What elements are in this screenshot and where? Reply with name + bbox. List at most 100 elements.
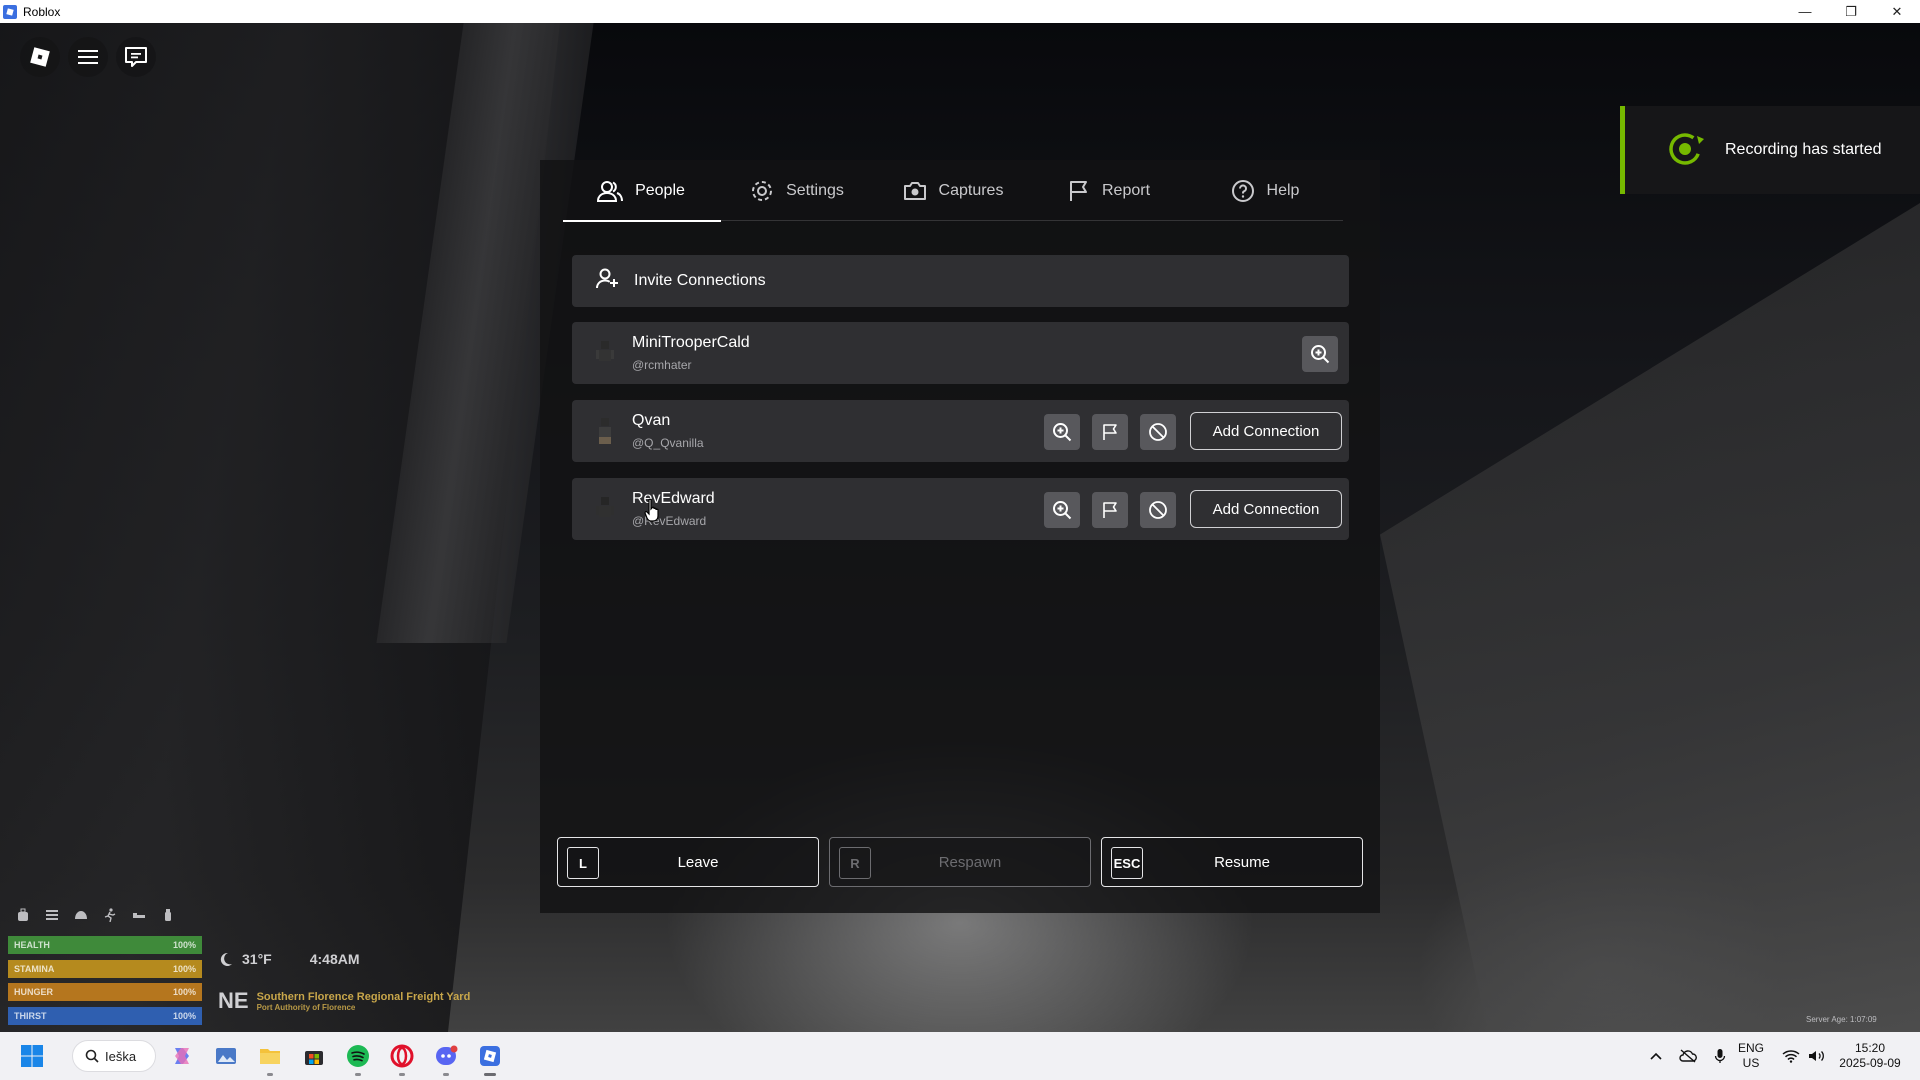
leave-button[interactable]: L Leave bbox=[557, 837, 819, 887]
block-player-button[interactable] bbox=[1140, 414, 1176, 450]
block-icon bbox=[1149, 501, 1167, 519]
maximize-button[interactable]: ❐ bbox=[1828, 0, 1874, 23]
player-name: Qvan bbox=[632, 412, 671, 429]
inspect-button[interactable] bbox=[1044, 492, 1080, 528]
window-controls: — ❐ ✕ bbox=[1782, 0, 1920, 23]
microphone-icon[interactable] bbox=[1704, 1048, 1736, 1064]
moon-icon bbox=[220, 952, 232, 966]
tab-people-label: People bbox=[635, 181, 685, 199]
stat-value: 100% bbox=[172, 1010, 196, 1021]
discord-icon[interactable] bbox=[430, 1040, 462, 1076]
tab-people[interactable]: People bbox=[563, 160, 721, 222]
add-connection-button[interactable]: Add Connection bbox=[1190, 490, 1342, 528]
player-stats: HEALTH 100% STAMINA 100% HUNGER 100% THI… bbox=[8, 936, 202, 1030]
scene-wall-right bbox=[1380, 203, 1920, 1032]
tab-help[interactable]: Help bbox=[1187, 160, 1343, 221]
recording-notification: Recording has started bbox=[1620, 106, 1920, 194]
close-button[interactable]: ✕ bbox=[1874, 0, 1920, 23]
tab-report-label: Report bbox=[1101, 181, 1151, 199]
tab-settings[interactable]: Settings bbox=[719, 160, 875, 221]
bottle-icon[interactable] bbox=[159, 906, 176, 923]
helmet-icon[interactable] bbox=[72, 906, 89, 923]
language-region: US bbox=[1742, 1056, 1760, 1070]
respawn-key-hint: R bbox=[839, 847, 871, 879]
chat-button[interactable] bbox=[116, 37, 156, 77]
player-handle: @Q_Qvanilla bbox=[632, 436, 704, 450]
zoom-in-icon bbox=[1053, 423, 1072, 442]
zoom-in-icon bbox=[1053, 501, 1072, 520]
hamburger-menu-button[interactable] bbox=[68, 37, 108, 77]
onedrive-offline-icon[interactable] bbox=[1672, 1049, 1704, 1063]
spotify-icon[interactable] bbox=[342, 1040, 374, 1076]
recording-icon bbox=[1667, 128, 1707, 173]
invite-connections-button[interactable]: Invite Connections bbox=[572, 255, 1349, 307]
resume-button[interactable]: ESC Resume bbox=[1101, 837, 1363, 887]
running-person-icon[interactable] bbox=[101, 906, 118, 923]
gear-icon bbox=[752, 180, 773, 201]
tab-captures-label: Captures bbox=[938, 181, 1004, 199]
hand-cursor-icon bbox=[644, 498, 662, 527]
window-title: Roblox bbox=[23, 4, 61, 19]
respawn-button[interactable]: R Respawn bbox=[829, 837, 1091, 887]
backpack-icon[interactable] bbox=[14, 906, 31, 923]
tab-help-label: Help bbox=[1266, 181, 1300, 199]
game-time: 4:48AM bbox=[309, 951, 360, 967]
tab-captures[interactable]: Captures bbox=[875, 160, 1031, 221]
flag-icon bbox=[1103, 502, 1117, 518]
system-tray bbox=[1640, 1032, 1736, 1080]
block-icon bbox=[1149, 423, 1167, 441]
microsoft-store-icon[interactable] bbox=[298, 1040, 330, 1072]
zoom-in-icon bbox=[1311, 345, 1330, 364]
chat-icon bbox=[125, 47, 147, 67]
search-label: Ieška bbox=[105, 1048, 137, 1064]
language-indicator[interactable]: ENG US bbox=[1736, 1041, 1766, 1071]
clock-date: 2025-09-09 bbox=[1839, 1056, 1901, 1070]
player-row: MiniTrooperCald @rcmhater bbox=[572, 322, 1349, 384]
flag-icon bbox=[1103, 424, 1117, 440]
stat-thirst: THIRST 100% bbox=[8, 1006, 202, 1025]
avatar bbox=[590, 416, 620, 446]
tab-report[interactable]: Report bbox=[1031, 160, 1187, 221]
stat-label: STAMINA bbox=[14, 963, 55, 974]
player-row: Qvan @Q_Qvanilla Add Connection bbox=[572, 400, 1349, 462]
copilot-icon[interactable] bbox=[166, 1040, 198, 1072]
roblox-menu-button[interactable] bbox=[20, 37, 60, 77]
people-icon bbox=[597, 180, 624, 202]
chevron-up-icon[interactable] bbox=[1640, 1052, 1672, 1060]
add-person-icon bbox=[596, 268, 620, 295]
player-handle: @rcmhater bbox=[632, 358, 692, 372]
stat-label: HEALTH bbox=[14, 940, 50, 950]
taskbar-search[interactable]: Ieška bbox=[72, 1040, 156, 1072]
opera-icon[interactable] bbox=[386, 1040, 418, 1076]
roblox-topbar bbox=[20, 37, 156, 77]
menu-tabs: People Settings Captures Report Help bbox=[563, 160, 1343, 222]
bed-icon[interactable] bbox=[130, 906, 147, 923]
compass-direction: NE bbox=[218, 988, 249, 1013]
quick-settings[interactable] bbox=[1778, 1032, 1830, 1080]
block-player-button[interactable] bbox=[1140, 492, 1176, 528]
stat-hunger: HUNGER 100% bbox=[8, 983, 202, 1001]
windows-start-icon[interactable] bbox=[16, 1040, 48, 1072]
invite-connections-label: Invite Connections bbox=[634, 272, 766, 289]
stat-health: HEALTH 100% bbox=[8, 936, 202, 954]
roblox-app-icon bbox=[3, 4, 17, 19]
add-connection-button[interactable]: Add Connection bbox=[1190, 412, 1342, 450]
resume-key-hint: ESC bbox=[1111, 847, 1143, 879]
report-player-button[interactable] bbox=[1092, 492, 1128, 528]
inspect-button[interactable] bbox=[1044, 414, 1080, 450]
flag-icon bbox=[1069, 180, 1087, 201]
help-icon bbox=[1231, 179, 1254, 202]
hamburger-icon bbox=[78, 50, 98, 64]
list-icon[interactable] bbox=[43, 906, 60, 923]
file-explorer-icon[interactable] bbox=[254, 1040, 286, 1076]
inspect-button[interactable] bbox=[1302, 336, 1338, 372]
location-readout: NE Southern Florence Regional Freight Ya… bbox=[218, 988, 470, 1014]
photos-icon[interactable] bbox=[210, 1040, 242, 1072]
location-subtitle: Port Authority of Florence bbox=[256, 1002, 356, 1012]
report-player-button[interactable] bbox=[1092, 414, 1128, 450]
minimize-button[interactable]: — bbox=[1782, 0, 1828, 23]
stat-value: 100% bbox=[172, 940, 196, 950]
taskbar-clock[interactable]: 15:20 2025-09-09 bbox=[1834, 1041, 1906, 1071]
roblox-taskbar-icon[interactable] bbox=[474, 1040, 506, 1076]
weather-readout: 31°F 4:48AM bbox=[218, 951, 360, 967]
